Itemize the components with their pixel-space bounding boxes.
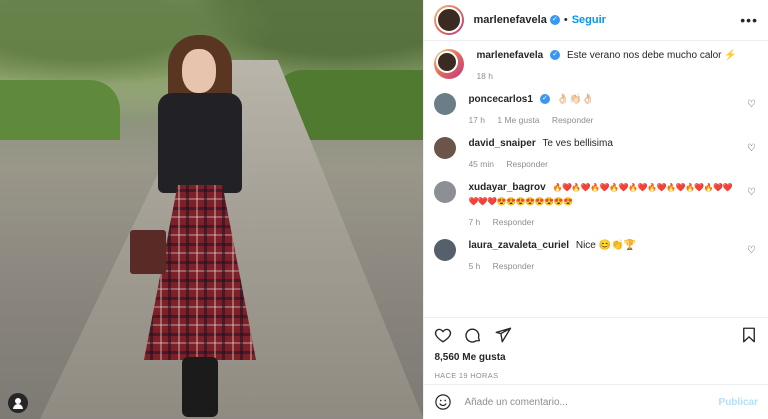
comment-input[interactable]: [462, 395, 719, 409]
reply-button[interactable]: Responder: [506, 159, 548, 169]
comment-time: 7 h: [468, 217, 481, 227]
caption-body: marlenefavela ✓ Este verano nos debe much…: [476, 49, 758, 83]
comment-body: xudayar_bagrov 🔥❤️🔥❤️🔥❤️🔥❤️🔥❤️🔥❤️🔥❤️🔥❤️🔥…: [468, 181, 758, 229]
reply-button[interactable]: Responder: [552, 115, 594, 125]
comment-item: xudayar_bagrov 🔥❤️🔥❤️🔥❤️🔥❤️🔥❤️🔥❤️🔥❤️🔥❤️🔥…: [434, 181, 758, 229]
comment-text: 👌🏻👏🏻👌🏻: [556, 94, 595, 105]
likes-count[interactable]: 8,560 Me gusta: [434, 352, 758, 363]
like-comment-heart-icon[interactable]: ♡: [747, 245, 756, 256]
comment-likes[interactable]: 1 Me gusta: [497, 115, 539, 125]
comment-meta: 45 min Responder: [468, 157, 740, 171]
like-comment-heart-icon[interactable]: ♡: [747, 187, 756, 198]
post-actions: 8,560 Me gusta HACE 19 HORAS: [424, 317, 768, 384]
post-panel: marlenefavela ✓ • Seguir ••• marlenefave…: [423, 0, 768, 419]
comment-meta: 17 h 1 Me gusta Responder: [468, 113, 740, 127]
comments-list[interactable]: marlenefavela ✓ Este verano nos debe much…: [424, 41, 768, 317]
comment-username[interactable]: laura_zavaleta_curiel: [468, 240, 569, 251]
comment-time: 5 h: [468, 261, 481, 271]
photo-handbag: [130, 230, 166, 274]
comment-time: 45 min: [468, 159, 494, 169]
comment-bubble-icon[interactable]: [464, 326, 482, 344]
caption-meta: 18 h: [476, 69, 740, 83]
verified-badge-icon: ✓: [549, 15, 560, 25]
reply-button[interactable]: Responder: [493, 261, 535, 271]
caption-time: 18 h: [476, 71, 493, 81]
comment-body: poncecarlos1 ✓ 👌🏻👏🏻👌🏻 17 h 1 Me gusta Res…: [468, 93, 758, 127]
verified-badge-icon: ✓: [550, 50, 561, 61]
verified-badge-icon: ✓: [539, 94, 550, 105]
author-avatar[interactable]: [434, 5, 465, 35]
comment-username[interactable]: david_snaiper: [468, 138, 535, 149]
add-comment-bar: Publicar: [424, 384, 768, 419]
post-time-ago: HACE 19 HORAS: [434, 371, 499, 380]
separator-dot: •: [563, 14, 568, 26]
post-header: marlenefavela ✓ • Seguir •••: [424, 0, 768, 41]
comment-time: 17 h: [468, 115, 485, 125]
photo-face: [182, 49, 216, 93]
emoji-smiley-icon[interactable]: [434, 393, 452, 411]
follow-button[interactable]: Seguir: [572, 14, 606, 26]
photo-boots: [182, 357, 218, 417]
tagged-users-icon[interactable]: [8, 393, 28, 413]
commenter-avatar[interactable]: [434, 181, 457, 203]
reply-button[interactable]: Responder: [493, 217, 535, 227]
commenter-avatar[interactable]: [434, 93, 457, 115]
photo-sweater: [158, 93, 242, 193]
comment-body: laura_zavaleta_curiel Nice 😊👏🏆 5 h Respo…: [468, 239, 758, 273]
comment-username[interactable]: xudayar_bagrov: [468, 182, 545, 193]
caption: marlenefavela ✓ Este verano nos debe much…: [434, 49, 758, 83]
caption-text: Este verano nos debe mucho calor ⚡: [566, 50, 737, 61]
comment-item: david_snaiper Te ves bellisima 45 min Re…: [434, 137, 758, 171]
comment-meta: 5 h Responder: [468, 259, 740, 273]
comment-meta: 7 h Responder: [468, 215, 740, 229]
like-comment-heart-icon[interactable]: ♡: [747, 99, 756, 110]
share-send-icon[interactable]: [494, 326, 512, 344]
post-photo[interactable]: [0, 0, 424, 419]
author-username[interactable]: marlenefavela: [473, 14, 546, 26]
like-heart-icon[interactable]: [434, 326, 452, 344]
comment-username[interactable]: poncecarlos1: [468, 94, 532, 105]
like-comment-heart-icon[interactable]: ♡: [747, 143, 756, 154]
commenter-avatar[interactable]: [434, 137, 457, 159]
caption-avatar[interactable]: [434, 49, 465, 79]
photo-hedge-left: [0, 80, 120, 140]
more-options-icon[interactable]: •••: [740, 12, 758, 28]
comment-item: poncecarlos1 ✓ 👌🏻👏🏻👌🏻 17 h 1 Me gusta Res…: [434, 93, 758, 127]
comment-text: Te ves bellisima: [542, 138, 613, 149]
comment-item: laura_zavaleta_curiel Nice 😊👏🏆 5 h Respo…: [434, 239, 758, 273]
caption-username[interactable]: marlenefavela: [476, 50, 543, 61]
photo-woman: [130, 35, 260, 419]
post-viewer: marlenefavela ✓ • Seguir ••• marlenefave…: [0, 0, 768, 419]
comment-body: david_snaiper Te ves bellisima 45 min Re…: [468, 137, 758, 171]
comment-text: Nice 😊👏🏆: [575, 240, 636, 251]
action-icons: [434, 326, 758, 344]
save-bookmark-icon[interactable]: [740, 326, 758, 344]
commenter-avatar[interactable]: [434, 239, 457, 261]
publish-button[interactable]: Publicar: [719, 397, 758, 408]
